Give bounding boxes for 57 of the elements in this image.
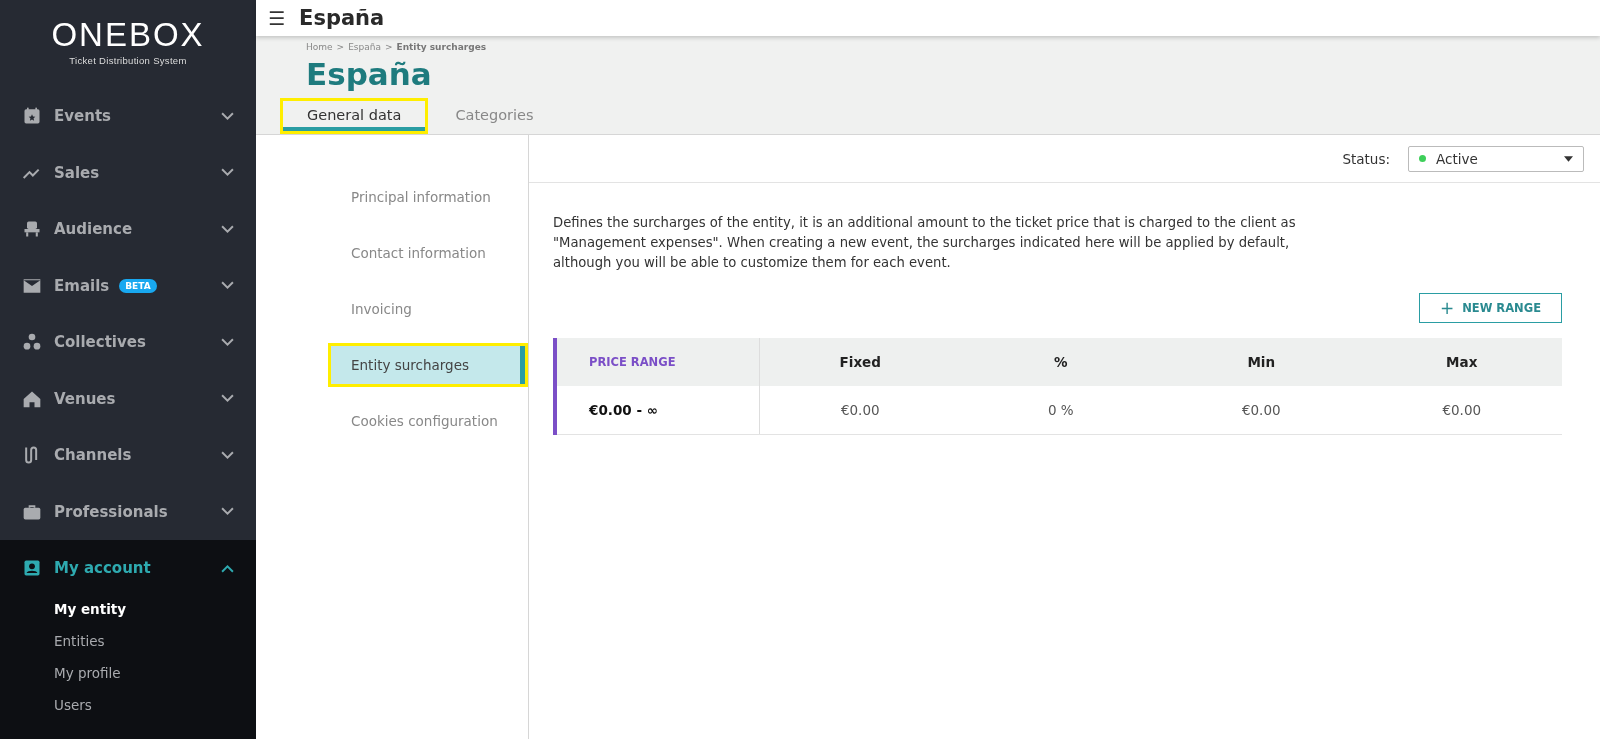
nav-item[interactable]: Emails BETA <box>0 257 256 314</box>
account-icon <box>22 558 42 579</box>
new-range-button[interactable]: + NEW RANGE <box>1418 293 1562 323</box>
nav-subitem[interactable]: My entity <box>0 596 256 629</box>
chevron-icon <box>221 450 234 460</box>
section-link[interactable]: Contact information <box>328 231 528 275</box>
chevron-icon <box>221 394 234 404</box>
logo-tagline: Ticket Distribution System <box>69 55 187 66</box>
breadcrumb-separator: > <box>384 42 393 52</box>
table-cell-text: €0.00 <box>1240 401 1282 420</box>
table-cell: €0.00 - ∞ <box>557 386 760 434</box>
status-label: Status: <box>1342 150 1390 167</box>
beta-badge: BETA <box>119 278 157 293</box>
chevron-icon <box>221 224 234 234</box>
table-cell-text: €0.00 <box>839 401 881 420</box>
nav-item[interactable]: My account <box>0 540 256 597</box>
breadcrumb-link[interactable]: Home <box>306 42 333 52</box>
menu-icon[interactable]: ☰ <box>268 7 286 29</box>
logo: ONEBOX <box>51 18 205 51</box>
nav-item[interactable]: Audience <box>0 201 256 258</box>
section-link[interactable]: Invoicing <box>328 287 528 331</box>
tab[interactable]: Categories <box>428 98 561 134</box>
status-dropdown[interactable]: Active <box>1408 145 1584 172</box>
nav-item[interactable]: Collectives <box>0 314 256 371</box>
chevron-icon <box>221 563 234 573</box>
calendar-icon <box>22 106 42 127</box>
table-cell-text: 0 % <box>1046 401 1075 420</box>
entity-title: España <box>305 56 433 92</box>
column-header: Fixed <box>838 353 882 372</box>
description: Defines the surcharges of the entity, it is an additional amount to the ticket price that is charged to the client as "Management expenses". When creating a new event, the surcharges indicated here will be applied by default, although you will be able to customize them for each event. <box>553 214 1297 272</box>
nav-item[interactable]: Channels <box>0 427 256 484</box>
column-header: % <box>1053 353 1069 372</box>
breadcrumb-link[interactable]: España <box>348 42 381 52</box>
section-link[interactable]: Entity surcharges <box>328 343 528 387</box>
column-header: Min <box>1246 353 1277 372</box>
chevron-icon <box>221 168 234 178</box>
section-link[interactable]: Principal information <box>328 175 528 219</box>
chevron-icon <box>221 507 234 517</box>
section-link[interactable]: Cookies configuration <box>328 399 528 443</box>
page-title: España <box>299 6 385 30</box>
column-header: Max <box>1445 353 1479 372</box>
table-cell-text: €0.00 <box>1441 401 1483 420</box>
breadcrumb-separator: > <box>336 42 345 52</box>
nav-item[interactable]: Professionals <box>0 483 256 540</box>
chevron-icon <box>221 337 234 347</box>
nav-item[interactable]: Events <box>0 88 256 145</box>
column-header: PRICE RANGE <box>557 338 760 386</box>
nav-subitem[interactable]: Entities <box>0 628 256 661</box>
tab[interactable]: General data <box>280 98 429 134</box>
chair-icon <box>22 219 42 240</box>
nav-subitem[interactable]: My profile <box>0 660 256 693</box>
nav-item[interactable]: Sales <box>0 144 256 201</box>
nav-item[interactable]: Venues <box>0 370 256 427</box>
chevron-icon <box>221 111 234 121</box>
caret-icon <box>1564 155 1573 162</box>
chevron-icon <box>221 281 234 291</box>
nav-subitem[interactable]: Users <box>0 692 256 725</box>
